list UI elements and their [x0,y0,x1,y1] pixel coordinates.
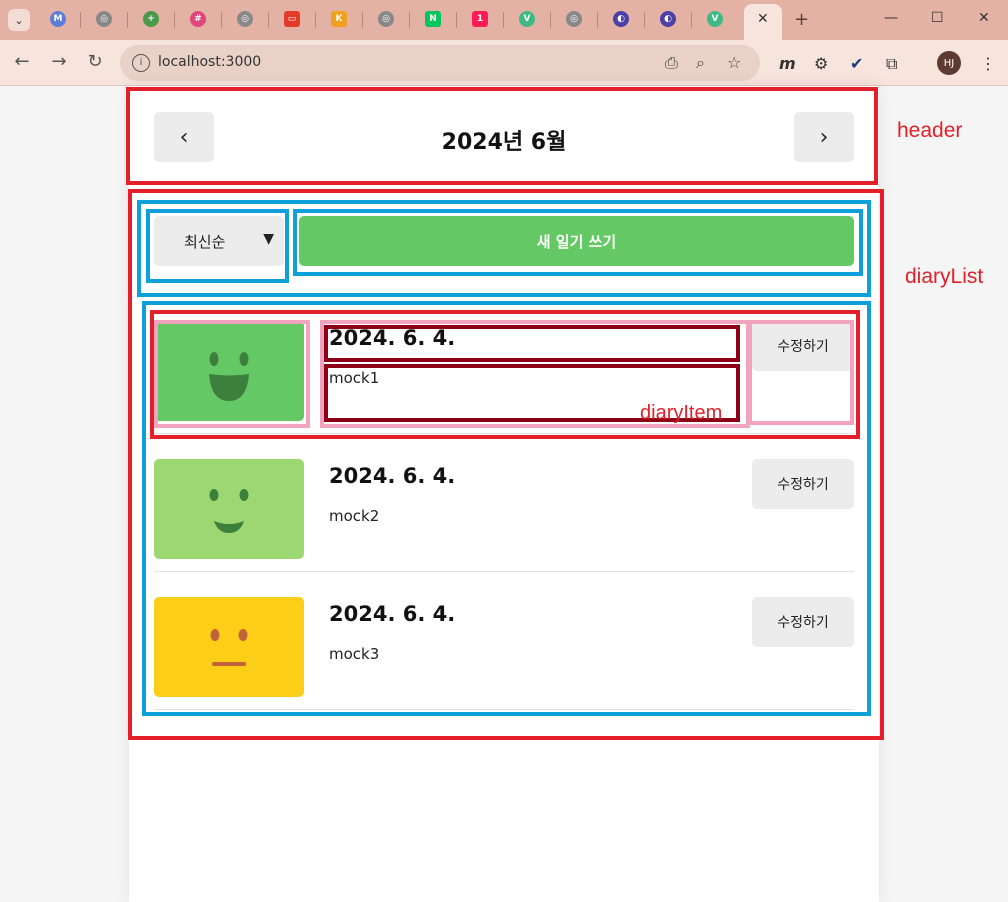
tab-favicon[interactable]: V [519,11,535,27]
diary-item[interactable]: 2024. 6. 4. mock1 수정하기 [154,296,854,434]
diary-date: 2024. 6. 4. [329,464,456,488]
menu-kebab-icon[interactable]: ⋮ [980,54,996,73]
diary-item[interactable]: 2024. 6. 4. mock2 수정하기 [154,434,854,572]
tab-favicon[interactable]: N [425,11,441,27]
tab-favicon[interactable]: ◎ [237,11,253,27]
edit-button[interactable]: 수정하기 [752,321,854,371]
tab-favicon[interactable]: ◐ [660,11,676,27]
emotion-image[interactable] [154,321,304,421]
emotion-image[interactable] [154,459,304,559]
sort-select[interactable]: 최신순 ▼ [154,216,284,266]
extension-check-icon[interactable]: ✔ [850,54,863,73]
tab-favicon[interactable]: ▭ [284,11,300,27]
diary-content: mock1 [329,369,380,387]
header-title: 2024년 6월 [441,130,567,155]
tab-favicon[interactable]: ◎ [378,11,394,27]
extension-gear-icon[interactable]: ⚙ [814,54,828,73]
bookmark-star-icon[interactable]: ☆ [727,53,741,72]
tab-favicon[interactable]: ◐ [613,11,629,27]
tab-favicon[interactable]: 1 [472,11,488,27]
next-month-button[interactable]: › [794,112,854,162]
chevron-down-icon: ▼ [263,231,274,247]
close-tab-icon[interactable]: ✕ [757,11,769,27]
happy-face-icon [209,489,249,533]
tab-favicon[interactable]: V [707,11,723,27]
tab-favicon[interactable]: K [331,11,347,27]
diaryitem-annotation-label: diaryItem [640,402,723,424]
back-icon[interactable]: ← [10,51,34,72]
neutral-face-icon [210,629,248,666]
extension-m-icon[interactable]: m [779,54,796,73]
tab-favicon[interactable]: M [50,11,66,27]
forward-icon[interactable]: → [47,51,71,72]
tab-search-icon[interactable]: ⌄ [8,9,30,31]
browser-toolbar: ← → ↻ i localhost:3000 ⎙ ⌕ ☆ m ⚙ ✔ ⧉ HJ … [0,40,1008,86]
edit-button[interactable]: 수정하기 [752,459,854,509]
browser-tabstrip: ⌄ M ◎ + # ◎ ▭ K ◎ N 1 V ◎ ◐ ◐ V ✕ + — ☐ … [0,0,1008,40]
minimize-icon[interactable]: — [884,10,898,26]
url-text: localhost:3000 [158,54,262,70]
diary-date: 2024. 6. 4. [329,326,456,350]
maximize-icon[interactable]: ☐ [931,10,944,26]
diary-content: mock2 [329,507,380,525]
edit-button[interactable]: 수정하기 [752,597,854,647]
diary-date: 2024. 6. 4. [329,602,456,626]
reload-icon[interactable]: ↻ [83,51,107,72]
extensions-puzzle-icon[interactable]: ⧉ [886,54,897,74]
tab-favicon[interactable]: # [190,11,206,27]
app-page: ‹ 2024년 6월 › 최신순 ▼ 새 일기 쓰기 2024. 6. 4. m… [129,86,879,902]
profile-avatar[interactable]: HJ [937,51,961,75]
tab-favicon[interactable]: ◎ [96,11,112,27]
diary-item[interactable]: 2024. 6. 4. mock3 수정하기 [154,572,854,710]
tab-favicon[interactable]: + [143,11,159,27]
window-close-icon[interactable]: ✕ [978,10,990,26]
cast-icon[interactable]: ⎙ [665,53,678,73]
new-diary-button[interactable]: 새 일기 쓰기 [299,216,854,266]
address-bar[interactable]: i localhost:3000 ⎙ ⌕ ☆ [120,45,760,81]
diarylist-annotation-label: diaryList [905,265,984,288]
emotion-image[interactable] [154,597,304,697]
new-tab-button[interactable]: + [794,9,809,30]
zoom-icon[interactable]: ⌕ [696,53,705,73]
very-happy-face-icon [209,352,249,401]
diary-content: mock3 [329,645,380,663]
header-annotation-label: header [897,119,963,142]
sort-select-value: 최신순 [184,232,226,251]
tab-favicon[interactable]: ◎ [566,11,582,27]
site-info-icon[interactable]: i [132,54,150,72]
